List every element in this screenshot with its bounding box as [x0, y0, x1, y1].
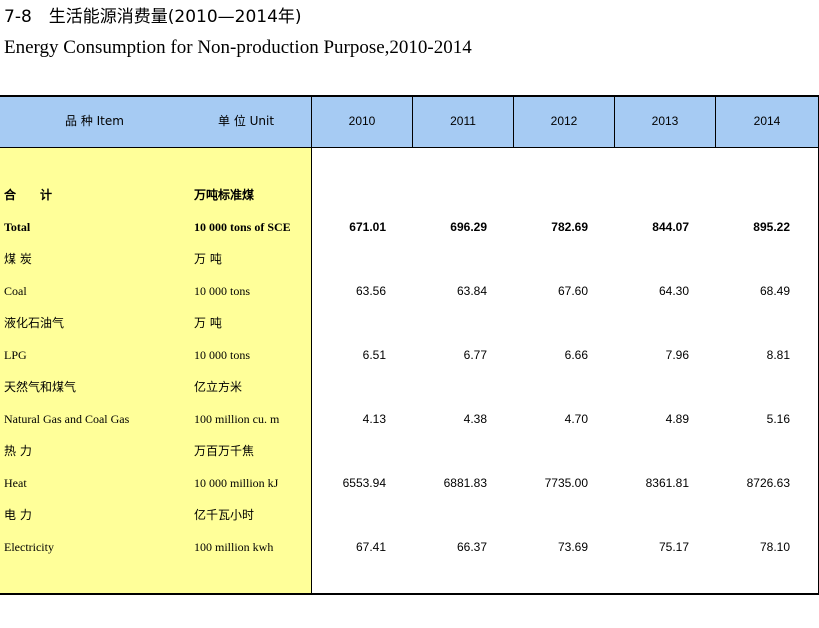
table-cell: 844.07 [652, 220, 689, 234]
table-cell: 8361.81 [645, 476, 689, 490]
table-cell: 782.69 [551, 220, 588, 234]
table-cell: 7.96 [665, 348, 689, 362]
row-name-en: Coal [4, 284, 27, 298]
row-unit-en: 10 000 tons [194, 348, 251, 362]
row-name-en: Electricity [4, 540, 54, 554]
table-cell: 6.77 [463, 348, 487, 362]
table-cell: 75.17 [658, 540, 689, 554]
row-name-en: Heat [4, 476, 27, 490]
row-unit-cn: 万吨标准煤 [194, 188, 255, 202]
label-column-background [0, 148, 312, 594]
table-cell: 73.69 [557, 540, 588, 554]
row-unit-en: 10 000 tons [194, 284, 251, 298]
row-name-cn: 天然气和煤气 [4, 380, 77, 394]
row-name-cn: 合 计 [4, 188, 53, 202]
table-cell: 6553.94 [342, 476, 386, 490]
table-cell: 696.29 [450, 220, 487, 234]
header-unit: 单 位 Unit [218, 114, 275, 128]
row-name-en: Total [4, 220, 31, 234]
table-cell: 63.84 [456, 284, 487, 298]
row-unit-en: 100 million kwh [194, 540, 274, 554]
row-name-cn: 煤 炭 [4, 252, 32, 266]
table-cell: 8726.63 [746, 476, 790, 490]
table-cell: 4.13 [362, 412, 386, 426]
row-unit-cn: 万 吨 [194, 252, 222, 266]
table-cell: 64.30 [658, 284, 689, 298]
row-unit-cn: 亿千瓦小时 [194, 508, 255, 522]
row-unit-cn: 万百万千焦 [194, 444, 255, 458]
row-name-cn: 电 力 [4, 508, 32, 522]
table-cell: 66.37 [456, 540, 487, 554]
table-cell: 6881.83 [443, 476, 487, 490]
row-unit-cn: 万 吨 [194, 316, 222, 330]
row-unit-en: 10 000 tons of SCE [194, 220, 291, 234]
row-unit-en: 100 million cu. m [194, 412, 280, 426]
table-cell: 6.51 [362, 348, 386, 362]
table-cell: 63.56 [355, 284, 386, 298]
table-cell: 895.22 [753, 220, 790, 234]
table-cell: 78.10 [759, 540, 790, 554]
table-bottom-rule [0, 593, 819, 595]
table-cell: 4.38 [463, 412, 487, 426]
table-cell: 7735.00 [544, 476, 588, 490]
table-cell: 8.81 [766, 348, 790, 362]
table-cell: 4.70 [564, 412, 588, 426]
table-cell: 4.89 [665, 412, 689, 426]
table-cell: 5.16 [766, 412, 790, 426]
page-title-english: Energy Consumption for Non-production Pu… [4, 37, 472, 58]
row-unit-cn: 亿立方米 [194, 380, 243, 394]
row-unit-en: 10 000 million kJ [194, 476, 279, 490]
column-divider [311, 95, 312, 593]
header-year: 2010 [348, 114, 376, 128]
header-year: 2011 [450, 114, 476, 128]
page-title-chinese: 7-8 生活能源消费量(2010—2014年) [4, 7, 302, 27]
row-name-cn: 热 力 [4, 444, 32, 458]
table-cell: 67.41 [355, 540, 386, 554]
table-cell: 6.66 [564, 348, 588, 362]
header-year: 2013 [651, 114, 679, 128]
header-year: 2014 [753, 114, 781, 128]
row-name-en: LPG [4, 348, 27, 362]
row-name-en: Natural Gas and Coal Gas [4, 412, 130, 426]
row-name-cn: 液化石油气 [4, 316, 65, 330]
table-cell: 67.60 [557, 284, 588, 298]
header-year: 2012 [550, 114, 578, 128]
table-cell: 671.01 [349, 220, 386, 234]
table-cell: 68.49 [759, 284, 790, 298]
header-item: 品 种 Item [65, 114, 124, 128]
